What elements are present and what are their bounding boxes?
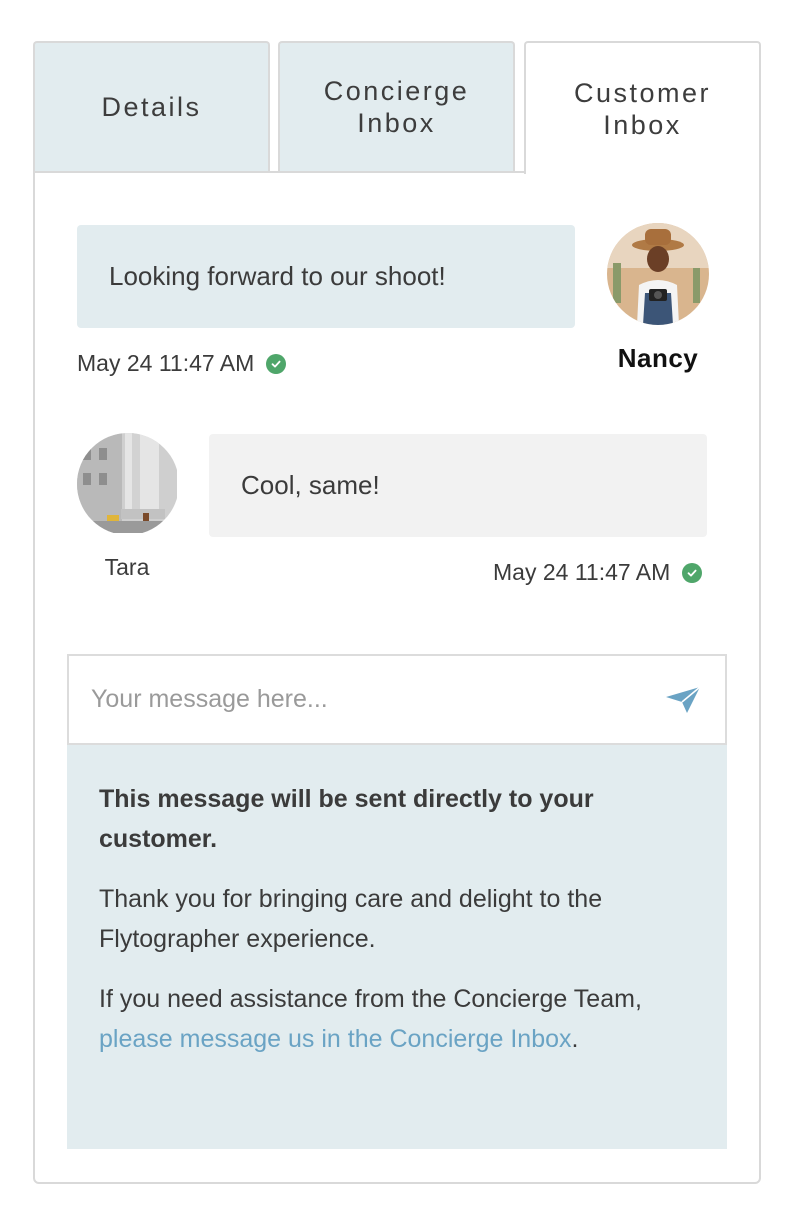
tab-details-label: Details	[101, 92, 202, 122]
notice-help-suffix: .	[571, 1025, 579, 1053]
notice-help-prefix: If you need assistance from the Concierg…	[99, 985, 642, 1013]
message-composer	[67, 654, 727, 745]
message-text: Looking forward to our shoot!	[109, 261, 446, 291]
message-bubble-incoming: Cool, same!	[209, 434, 707, 537]
customer-message-notice: This message will be sent directly to yo…	[67, 745, 727, 1149]
sender-name-nancy: Nancy	[617, 343, 699, 373]
timestamp-text: May 24 11:47 AM	[77, 350, 255, 376]
tab-customer-inbox-label: Customer Inbox	[573, 77, 712, 140]
notice-help: If you need assistance from the Concierg…	[99, 979, 695, 1059]
message-timestamp: May 24 11:47 AM	[493, 559, 703, 586]
message-timestamp: May 24 11:47 AM	[77, 350, 287, 377]
concierge-inbox-link[interactable]: please message us in the Concierge Inbox	[99, 1025, 572, 1053]
notice-heading: This message will be sent directly to yo…	[99, 785, 594, 853]
tab-details[interactable]: Details	[33, 41, 270, 171]
message-input[interactable]	[89, 684, 663, 715]
tab-concierge-inbox-label: Concierge Inbox	[323, 76, 470, 138]
check-circle-icon	[266, 353, 287, 374]
avatar-nancy	[607, 223, 709, 325]
timestamp-text: May 24 11:47 AM	[493, 559, 671, 585]
tab-concierge-inbox[interactable]: Concierge Inbox	[278, 41, 515, 171]
sender-name-tara: Tara	[104, 554, 150, 580]
check-circle-icon	[682, 562, 703, 583]
tab-customer-inbox[interactable]: Customer Inbox	[524, 41, 761, 174]
paper-plane-icon[interactable]	[663, 680, 703, 720]
avatar-tara	[77, 433, 179, 535]
message-text: Cool, same!	[241, 470, 380, 500]
notice-body: Thank you for bringing care and delight …	[99, 885, 603, 953]
message-bubble-outgoing: Looking forward to our shoot!	[77, 225, 575, 328]
